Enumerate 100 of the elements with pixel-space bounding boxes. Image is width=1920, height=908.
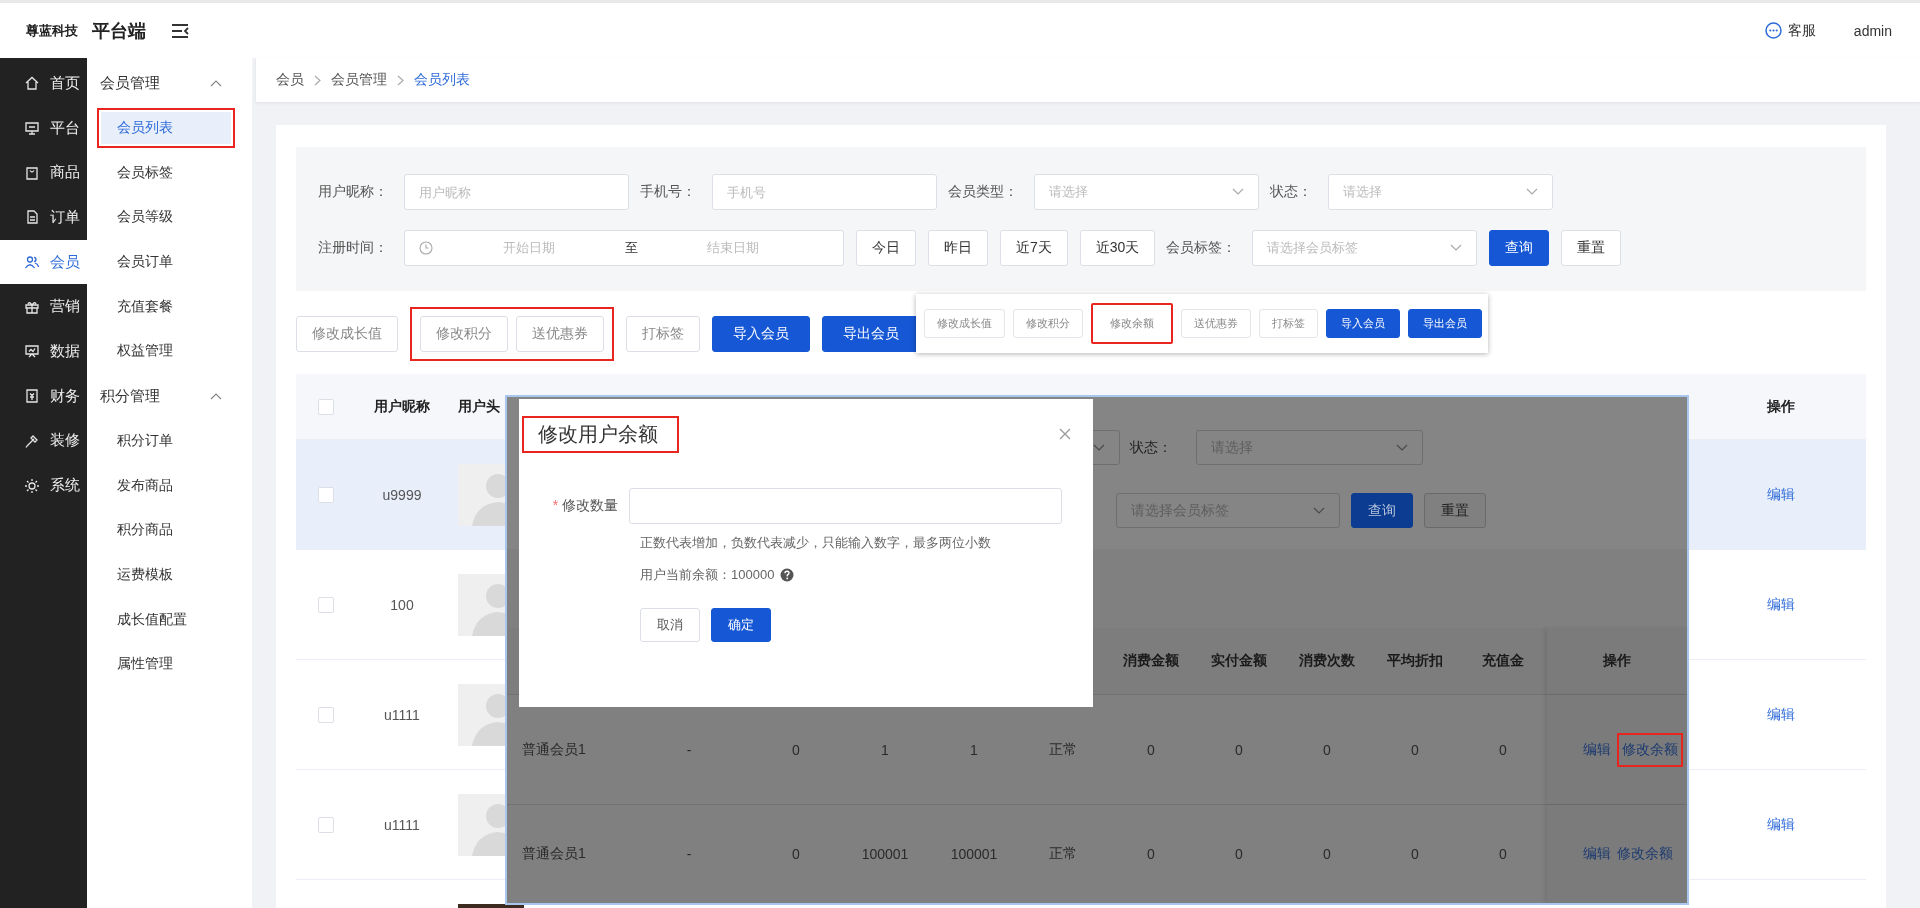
- settings-icon: [24, 477, 40, 494]
- toolbar-button[interactable]: 修改成长值: [924, 309, 1005, 338]
- input-field[interactable]: [629, 488, 1062, 524]
- nav-item[interactable]: 会员: [0, 239, 87, 285]
- table-cell-text: 正常: [1048, 845, 1078, 863]
- toolbar-button[interactable]: 送优惠券: [1181, 309, 1251, 338]
- filter-button[interactable]: 重置: [1561, 230, 1622, 266]
- toolbar-button[interactable]: 打标签: [626, 316, 700, 352]
- home-icon: [24, 75, 40, 92]
- breadcrumb-link[interactable]: 会员列表: [414, 71, 470, 89]
- table-cell-text: -: [685, 846, 693, 862]
- menu-item[interactable]: 成长值配置: [101, 603, 231, 636]
- nav-item[interactable]: 财务: [0, 373, 87, 419]
- filter-button[interactable]: 近30天: [1079, 230, 1156, 266]
- edit-link[interactable]: 编辑: [1767, 485, 1795, 502]
- chevron-down-icon: [1313, 506, 1325, 515]
- toolbar-button[interactable]: 打标签: [1259, 309, 1318, 338]
- edit-link[interactable]: 编辑: [1767, 815, 1795, 832]
- edit-link[interactable]: 编辑: [1767, 595, 1795, 612]
- menu-item[interactable]: 积分订单: [101, 424, 231, 457]
- checkbox[interactable]: [318, 486, 334, 503]
- checkbox[interactable]: [318, 816, 334, 833]
- menu-item[interactable]: 属性管理: [101, 648, 231, 681]
- chat-icon[interactable]: [1764, 22, 1782, 39]
- brand-name: 尊蓝科技: [26, 21, 78, 40]
- toolbar-button[interactable]: 修改积分: [420, 316, 508, 352]
- breadcrumb-link[interactable]: 会员管理: [331, 71, 387, 89]
- toolbar-button[interactable]: 修改积分: [1013, 309, 1083, 338]
- table-cell-text: 0: [1498, 846, 1508, 862]
- nav-item[interactable]: 数据: [0, 329, 87, 374]
- table-cell-text: 0: [1322, 741, 1332, 758]
- checkbox[interactable]: [318, 706, 334, 723]
- nav-item[interactable]: 营销: [0, 284, 87, 330]
- input-field[interactable]: 用户昵称: [404, 174, 629, 210]
- menu-item[interactable]: 发布商品: [101, 469, 231, 502]
- chevron-right-icon: [314, 74, 321, 86]
- table-cell: u1111: [384, 816, 420, 833]
- column-header: 操作: [1767, 397, 1795, 414]
- menu-item[interactable]: 会员标签: [101, 156, 231, 189]
- nav-item[interactable]: 订单: [0, 195, 87, 240]
- table-cell: u1111: [384, 706, 420, 723]
- chevron-icon: [210, 392, 222, 401]
- help-icon[interactable]: [780, 568, 795, 582]
- table-cell-text: -: [685, 741, 693, 758]
- ledger-icon: [24, 388, 40, 405]
- chevron-down-icon: [1396, 443, 1408, 452]
- toolbar-button[interactable]: 导入会员: [712, 316, 810, 352]
- menu-item[interactable]: 充值套餐: [101, 290, 231, 323]
- column-header: 平均折扣: [1386, 652, 1444, 670]
- dialog-button[interactable]: 取消: [640, 608, 700, 642]
- table-cell-text: 0: [1322, 846, 1332, 862]
- breadcrumb-link[interactable]: 会员: [276, 71, 304, 89]
- user-name[interactable]: admin: [1853, 22, 1892, 39]
- close-icon[interactable]: [1059, 428, 1071, 440]
- edit-link[interactable]: 编辑: [1767, 705, 1795, 722]
- table-cell-text: 1: [969, 741, 979, 758]
- menu-item[interactable]: 会员订单: [101, 246, 231, 279]
- date-range-field[interactable]: 开始日期 至 结束日期: [404, 230, 844, 266]
- balance-text: 用户当前余额：100000: [640, 566, 775, 584]
- chevron-down-icon: [1450, 244, 1463, 252]
- toolbar-button[interactable]: 送优惠券: [516, 316, 604, 352]
- menu-item[interactable]: 会员列表: [101, 112, 231, 145]
- nav-item[interactable]: 首页: [0, 61, 87, 106]
- table-cell-text: 0: [791, 846, 801, 862]
- filter-button[interactable]: 近7天: [1000, 230, 1068, 266]
- filter-label: 用户昵称：: [318, 183, 388, 201]
- menu-item[interactable]: 运费模板: [101, 558, 231, 591]
- nav-item[interactable]: 平台: [0, 105, 87, 151]
- column-header: 充值金: [1481, 652, 1525, 670]
- menu-item[interactable]: 会员等级: [101, 201, 231, 234]
- service-link[interactable]: 客服: [1787, 21, 1816, 40]
- nav-item[interactable]: 装修: [0, 418, 87, 464]
- filter-button[interactable]: 查询: [1489, 230, 1550, 266]
- column-header: 消费金额: [1122, 652, 1180, 670]
- checkbox[interactable]: [318, 398, 334, 415]
- menu-item[interactable]: 积分商品: [101, 514, 231, 547]
- table-cell-text: 0: [1410, 741, 1420, 758]
- input-field[interactable]: 手机号: [712, 174, 937, 210]
- query-button[interactable]: 查询: [1351, 493, 1413, 528]
- dialog-title: 修改用户余额: [538, 422, 658, 447]
- filter-button[interactable]: 今日: [856, 230, 916, 266]
- table-cell-text: 普通会员1: [521, 740, 587, 759]
- reset-button[interactable]: 重置: [1424, 493, 1486, 528]
- filter-button[interactable]: 昨日: [928, 230, 988, 266]
- menu-item[interactable]: 权益管理: [101, 335, 231, 368]
- menu-icon[interactable]: [171, 22, 189, 39]
- table-cell-text: 100001: [860, 846, 910, 862]
- checkbox[interactable]: [318, 596, 334, 613]
- column-header: 实付金额: [1210, 652, 1268, 670]
- toolbar-button[interactable]: 导出会员: [1408, 309, 1482, 338]
- menu-group[interactable]: 会员管理: [87, 61, 252, 106]
- menu-group[interactable]: 积分管理: [87, 373, 252, 419]
- nav-item[interactable]: 商品: [0, 150, 87, 196]
- chart-board-icon: [24, 343, 40, 360]
- toolbar-button[interactable]: 导入会员: [1326, 309, 1400, 338]
- toolbar-button[interactable]: 修改成长值: [296, 316, 398, 352]
- table-cell: 100: [390, 596, 414, 613]
- nav-item[interactable]: 系统: [0, 463, 87, 508]
- dialog-button[interactable]: 确定: [711, 608, 771, 642]
- filter-label: 注册时间：: [318, 239, 388, 257]
